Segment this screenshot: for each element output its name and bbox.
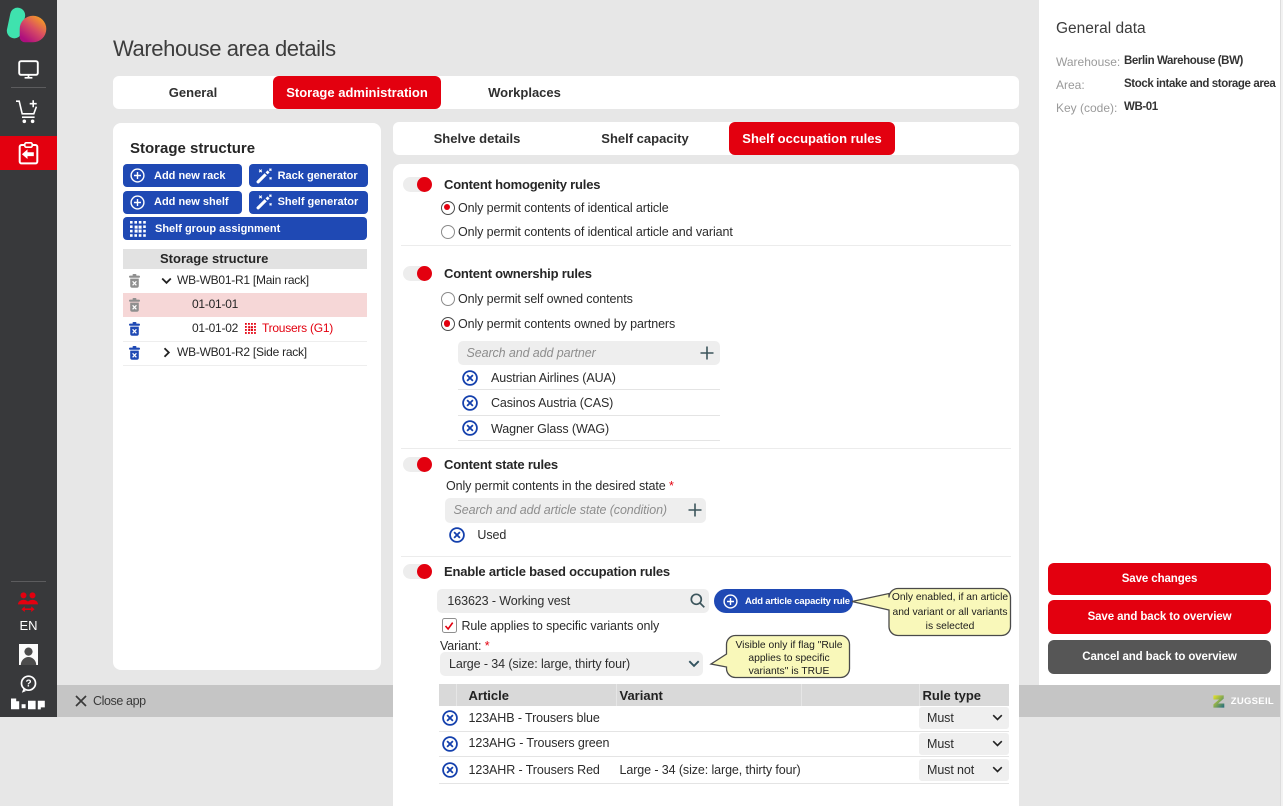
svg-text:?: ? — [25, 679, 31, 690]
